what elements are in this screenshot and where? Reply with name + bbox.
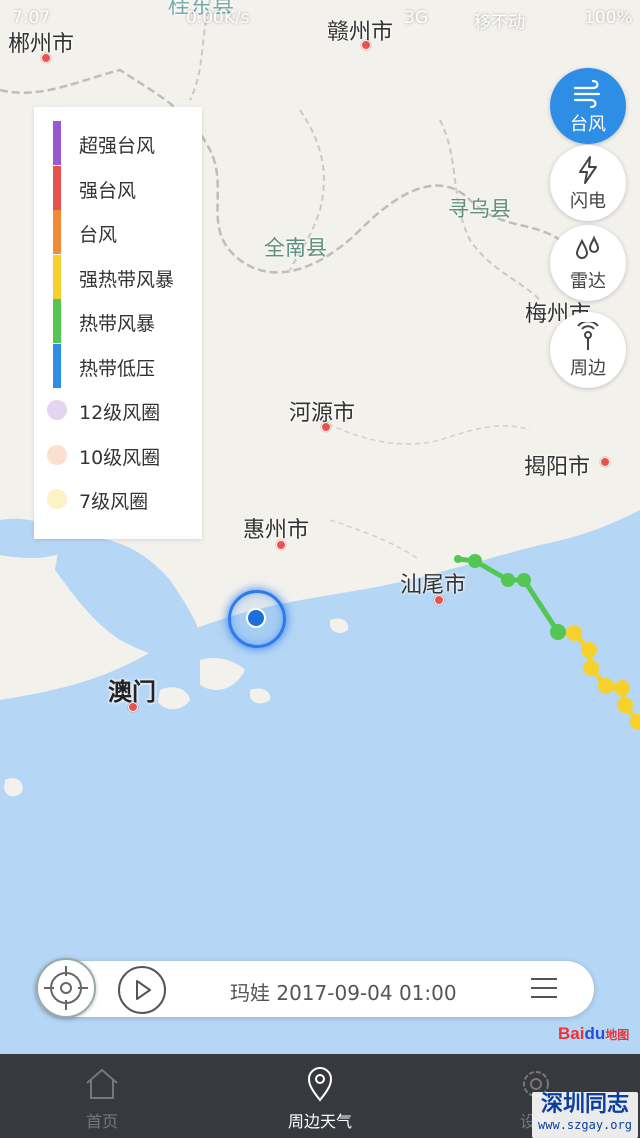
- nearby-button-label: 周边: [570, 358, 606, 379]
- status-network: 3G: [404, 8, 428, 28]
- city-marker: [361, 40, 371, 50]
- typhoon-playback-bar: 玛娃 2017-09-04 01:00: [36, 958, 594, 1018]
- status-battery: 100%: [584, 8, 633, 28]
- current-location-dot: [246, 608, 266, 628]
- city-marker: [434, 595, 444, 605]
- legend-label: 7级风圈: [79, 491, 149, 513]
- city-marker: [276, 540, 286, 550]
- home-icon: [86, 1068, 118, 1099]
- legend-item: 7级风圈: [34, 477, 202, 521]
- legend-label: 10级风圈: [79, 446, 161, 469]
- city-marker: [128, 702, 138, 712]
- city-label: 揭阳市: [524, 455, 591, 480]
- legend-swatch: [53, 121, 61, 165]
- lightning-icon: [579, 156, 597, 184]
- nav-home-label: 首页: [85, 1112, 118, 1131]
- play-icon: [136, 980, 151, 1000]
- current-location-marker: [228, 590, 286, 648]
- play-button[interactable]: [118, 966, 166, 1014]
- legend-label: 强热带风暴: [79, 268, 175, 291]
- radar-button[interactable]: 雷达: [550, 225, 626, 301]
- city-label: 惠州市: [243, 518, 310, 543]
- watermark-title: 深圳同志: [540, 1092, 629, 1117]
- legend-label: 强台风: [79, 179, 137, 202]
- legend-item: 12级风圈: [34, 388, 202, 432]
- baidu-map-logo: Baidu地图: [558, 1024, 630, 1043]
- legend-label: 12级风圈: [79, 402, 161, 424]
- legend-swatch: [47, 489, 67, 509]
- typhoon-button[interactable]: 台风: [550, 68, 626, 144]
- watermark: 深圳同志 www.szgay.org: [532, 1092, 638, 1138]
- location-pin-icon: [307, 1067, 333, 1102]
- legend-swatch: [53, 254, 61, 299]
- legend-item: 热带风暴: [34, 299, 202, 343]
- city-marker: [600, 457, 610, 467]
- legend-label: 台风: [79, 224, 118, 246]
- county-label: 寻乌县: [448, 197, 511, 221]
- legend-swatch: [47, 444, 67, 465]
- legend-swatch: [47, 400, 67, 420]
- nav-home[interactable]: 首页: [32, 1054, 172, 1138]
- watermark-url: www.szgay.org: [538, 1118, 632, 1132]
- status-time: 7:07: [12, 8, 51, 28]
- nav-nearby-weather[interactable]: 周边天气: [250, 1054, 390, 1138]
- legend-label: 热带风暴: [79, 313, 156, 335]
- radar-button-label: 雷达: [570, 271, 606, 292]
- legend-item: 强台风: [34, 165, 202, 210]
- status-speed: 0.00K/s: [186, 8, 250, 28]
- legend-swatch: [53, 343, 61, 388]
- legend-swatch: [53, 165, 61, 210]
- legend-swatch: [53, 210, 61, 254]
- city-label: 汕尾市: [400, 573, 467, 598]
- legend-item: 台风: [34, 210, 202, 254]
- lightning-button[interactable]: 闪电: [550, 145, 626, 221]
- legend-item: 热带低压: [34, 343, 202, 388]
- menu-icon[interactable]: [530, 975, 558, 1001]
- lightning-button-label: 闪电: [570, 191, 606, 212]
- typhoon-legend: 超强台风强台风台风强热带风暴热带风暴热带低压 12级风圈 10级风圈 7级风圈: [34, 107, 202, 539]
- nearby-signal-icon: [577, 322, 599, 350]
- legend-label: 热带低压: [79, 357, 156, 380]
- crosshair-icon: [44, 966, 88, 1010]
- typhoon-info: 玛娃 2017-09-04 01:00: [230, 981, 457, 1005]
- county-label: 全南县: [264, 236, 327, 260]
- typhoon-wind-icon: [573, 79, 601, 108]
- nearby-button[interactable]: 周边: [550, 312, 626, 388]
- status-bar: 7:07 0.00K/s 3G 移不动 100%: [0, 0, 640, 36]
- typhoon-button-label: 台风: [570, 114, 606, 135]
- city-marker: [321, 422, 331, 432]
- legend-item: 强热带风暴: [34, 254, 202, 299]
- locate-button[interactable]: [36, 958, 96, 1018]
- legend-item: 10级风圈: [34, 433, 202, 477]
- legend-label: 超强台风: [79, 135, 156, 157]
- city-marker: [41, 53, 51, 63]
- radar-drops-icon: [575, 235, 600, 259]
- legend-swatch: [53, 299, 61, 343]
- nav-nearby-weather-label: 周边天气: [287, 1112, 352, 1131]
- status-carrier: 移不动: [474, 13, 525, 33]
- legend-item: 超强台风: [34, 121, 202, 165]
